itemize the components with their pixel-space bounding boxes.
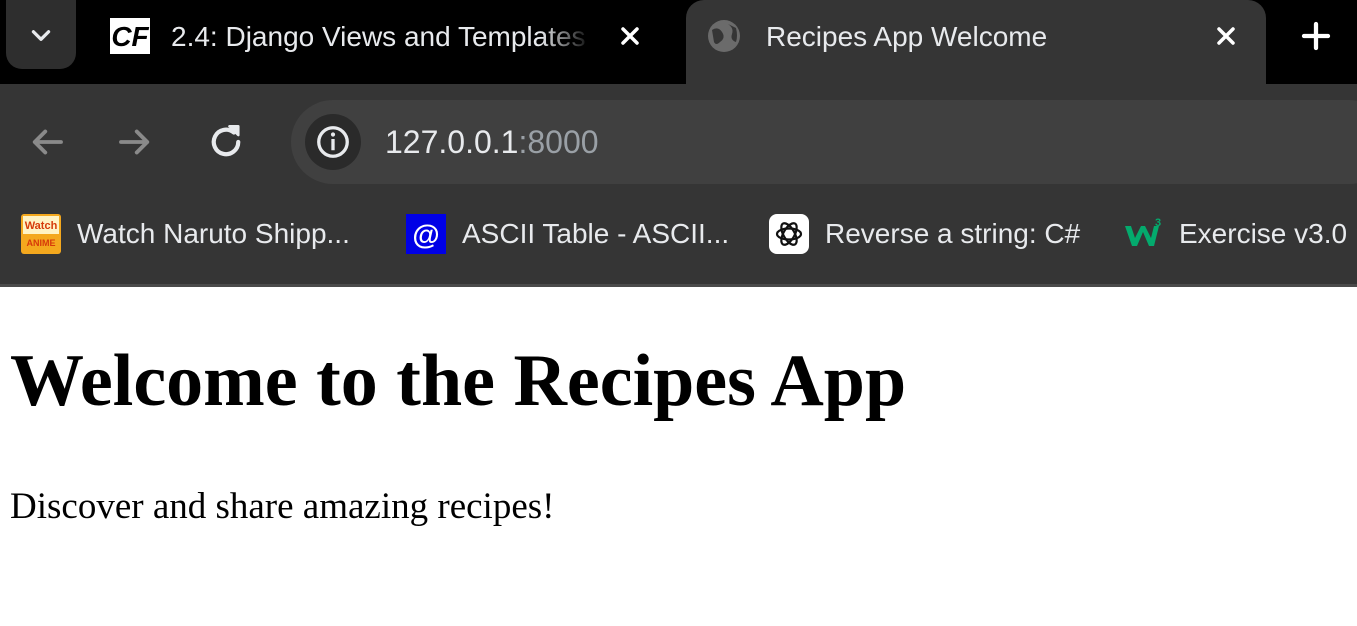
reload-icon[interactable] [205,121,247,163]
bookmark-label: Watch Naruto Shipp... [77,218,350,249]
url-port: :8000 [518,124,599,160]
close-icon[interactable] [616,22,644,50]
site-info-button[interactable] [305,114,361,170]
tab-strip: CF 2.4: Django Views and Templates Recip… [0,0,1357,84]
back-arrow-icon[interactable] [26,121,68,163]
new-tab-button[interactable] [1294,14,1338,58]
browser-toolbar: 127.0.0.1:8000 [0,84,1357,200]
forward-arrow-icon[interactable] [114,121,156,163]
tab-title: 2.4: Django Views and Templates [171,21,586,52]
bookmark-ascii-table[interactable]: @ ASCII Table - ASCII... [406,212,729,256]
svg-text:Watch: Watch [25,220,58,232]
page-title: Welcome to the Recipes App [10,340,907,422]
url-host: 127.0.0.1 [385,124,519,160]
tab-title: Recipes App Welcome [766,21,1048,52]
plus-icon [1301,21,1331,51]
tab-search-button[interactable] [6,0,76,69]
svg-text:ANIME: ANIME [27,238,56,248]
globe-icon [708,20,740,52]
bookmark-exercise[interactable]: 3 Exercise v3.0 [1123,212,1347,256]
watch-anime-icon: Watch ANIME [21,214,61,254]
bookmark-label: ASCII Table - ASCII... [462,218,730,249]
tab-recipes-app-welcome[interactable]: Recipes App Welcome [686,0,1266,84]
address-bar[interactable]: 127.0.0.1:8000 [291,100,1357,184]
bookmark-reverse-string[interactable]: Reverse a string: C# [769,212,1080,256]
bookmark-label: Exercise v3.0 [1179,218,1348,249]
w3schools-icon: 3 [1125,217,1161,246]
page-subtitle: Discover and share amazing recipes! [10,486,555,527]
cf-logo-icon: CF [110,18,150,54]
tab-django-views[interactable]: CF 2.4: Django Views and Templates [96,0,676,84]
bookmarks-bar: Watch ANIME Watch Naruto Shipp... @ ASCI… [0,200,1357,287]
bookmark-watch-naruto[interactable]: Watch ANIME Watch Naruto Shipp... [21,212,350,256]
at-sign-icon: @ [406,214,446,254]
info-icon [317,126,349,158]
bookmark-label: Reverse a string: C# [825,218,1081,249]
openai-icon [769,214,809,254]
svg-text:CF: CF [111,21,149,52]
chevron-down-icon [31,29,51,41]
svg-text:@: @ [412,219,439,250]
svg-text:3: 3 [1155,217,1161,229]
close-icon[interactable] [1212,22,1240,50]
page-content: Welcome to the Recipes App Discover and … [0,287,1357,626]
url-text[interactable]: 127.0.0.1:8000 [385,122,599,162]
